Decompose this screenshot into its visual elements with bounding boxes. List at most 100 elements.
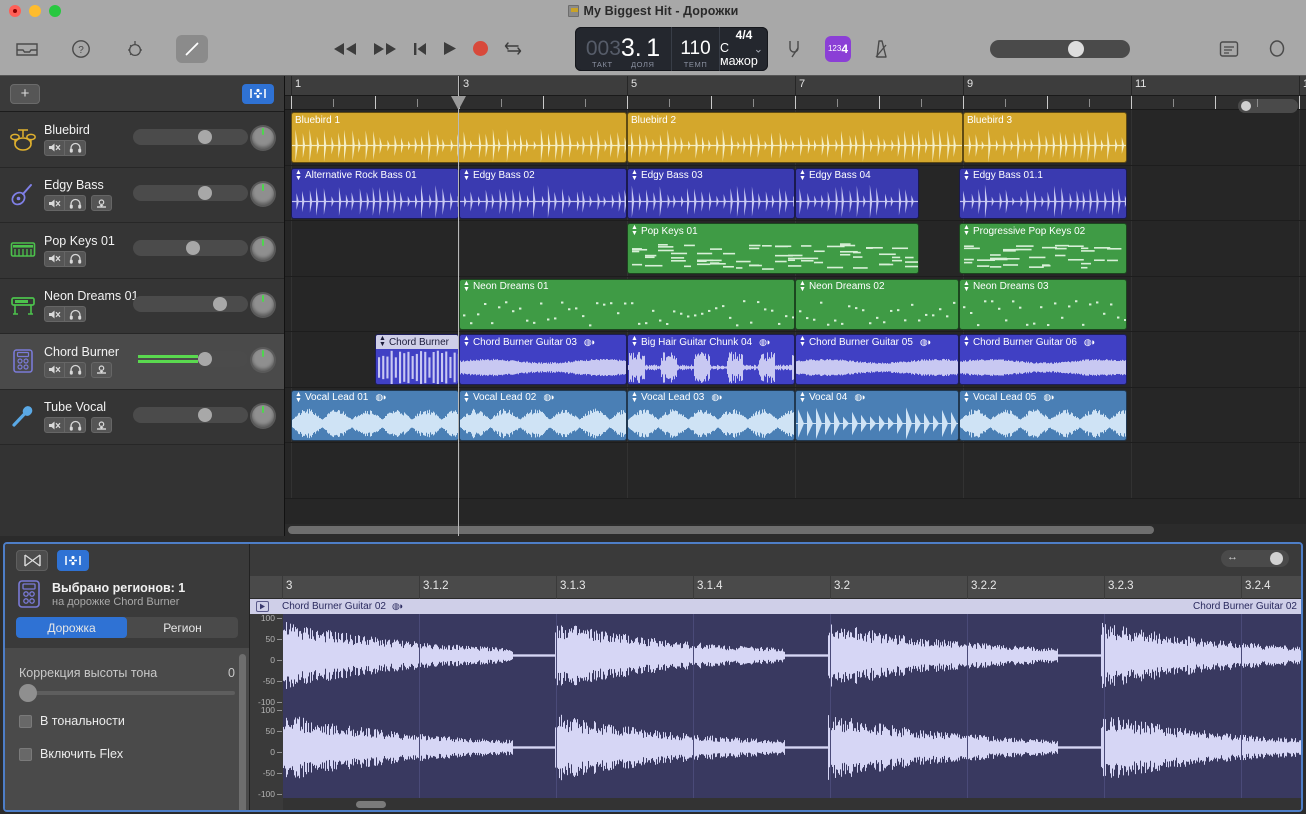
volume-slider[interactable] <box>133 185 248 201</box>
region[interactable]: ▲▼Edgy Bass 03 <box>627 168 795 219</box>
transport-controls[interactable] <box>333 41 522 56</box>
region-play-icon[interactable] <box>256 601 269 612</box>
fast-forward-icon[interactable] <box>373 42 397 56</box>
solo-button[interactable] <box>65 140 86 156</box>
track-header-1[interactable]: Bluebird <box>0 112 284 168</box>
region[interactable]: ▲▼Chord Burner <box>375 334 459 385</box>
region-header[interactable]: ▲▼Pop Keys 01 <box>628 224 918 238</box>
region[interactable]: ▲▼Vocal Lead 03◍◑ <box>627 390 795 441</box>
volume-slider[interactable] <box>133 240 248 256</box>
cycle-icon[interactable] <box>504 41 522 56</box>
enable-flex-checkbox[interactable] <box>19 748 32 761</box>
editor-scrollbar-thumb[interactable] <box>356 801 386 808</box>
region-header[interactable]: ▲▼Chord Burner Guitar 05◍◑ <box>796 335 958 349</box>
playhead[interactable] <box>458 76 459 536</box>
region-header[interactable]: ▲▼Edgy Bass 01.1 <box>960 169 1126 183</box>
pan-knob[interactable] <box>252 405 274 427</box>
pitch-correction-slider[interactable] <box>19 691 235 695</box>
record-enable-button[interactable] <box>91 195 112 211</box>
tab-region[interactable]: Регион <box>127 617 238 638</box>
track-header-5[interactable]: Chord Burner <box>0 334 284 390</box>
region-loop-icon[interactable]: ▲▼ <box>463 170 470 182</box>
tuner-icon[interactable] <box>783 36 809 62</box>
go-to-beginning-icon[interactable] <box>413 42 427 56</box>
solo-button[interactable] <box>65 417 86 433</box>
editor-region-title-bar[interactable]: Chord Burner Guitar 02 ◍◑ Chord Burner G… <box>250 599 1301 614</box>
editor-channels[interactable] <box>283 614 1301 798</box>
lcd-position[interactable]: 0033. 1 ТАКТ ДОЛЯ <box>575 27 671 71</box>
volume-slider[interactable] <box>133 351 248 367</box>
in-key-checkbox[interactable] <box>19 715 32 728</box>
record-icon[interactable] <box>473 41 488 56</box>
editor-zoom-slider[interactable]: ↔ <box>1221 550 1289 567</box>
track-lane-7[interactable] <box>285 443 1306 499</box>
lcd-display[interactable]: 0033. 1 ТАКТ ДОЛЯ 110 ТЕМП 4/4 C мажор ⌄ <box>575 27 768 71</box>
smart-controls-toggle-button[interactable] <box>242 84 274 104</box>
region-header[interactable]: ▲▼Neon Dreams 01 <box>460 280 794 294</box>
tab-track[interactable]: Дорожка <box>16 617 127 638</box>
region-header[interactable]: ▲▼Edgy Bass 04 <box>796 169 918 183</box>
region-header[interactable]: Bluebird 2 <box>628 113 962 127</box>
pan-knob[interactable] <box>252 127 274 149</box>
region-header[interactable]: ▲▼Vocal Lead 05◍◑ <box>960 391 1126 405</box>
notes-icon[interactable] <box>1216 36 1242 62</box>
region-header[interactable]: ▲▼Edgy Bass 03 <box>628 169 794 183</box>
editor-waveform[interactable]: 100500-50-100100500-50-100 <box>250 614 1301 798</box>
region[interactable]: ▲▼Pop Keys 01 <box>627 223 919 274</box>
close-button[interactable] <box>9 5 21 17</box>
region-header[interactable]: ▲▼Chord Burner Guitar 03◍◑ <box>460 335 626 349</box>
track-header-4[interactable]: Neon Dreams 01 <box>0 279 284 335</box>
count-in-button[interactable]: 1234 <box>825 36 851 62</box>
editor-tabs[interactable]: Дорожка Регион <box>16 617 238 638</box>
play-icon[interactable] <box>443 41 457 56</box>
help-icon[interactable]: ? <box>68 36 94 62</box>
region-loop-icon[interactable]: ▲▼ <box>963 281 970 293</box>
solo-button[interactable] <box>65 362 86 378</box>
pan-knob[interactable] <box>252 349 274 371</box>
region[interactable]: ▲▼Vocal Lead 02◍◑ <box>459 390 627 441</box>
volume-knob[interactable] <box>213 297 227 311</box>
region-header[interactable]: ▲▼Neon Dreams 02 <box>796 280 958 294</box>
mute-button[interactable] <box>44 140 65 156</box>
region[interactable]: ▲▼Edgy Bass 02 <box>459 168 627 219</box>
region-header[interactable]: ▲▼Vocal Lead 02◍◑ <box>460 391 626 405</box>
chevron-down-icon[interactable]: ⌄ <box>754 42 763 55</box>
master-volume-knob[interactable] <box>1068 41 1084 57</box>
mute-button[interactable] <box>44 195 65 211</box>
mute-button[interactable] <box>44 251 65 267</box>
add-track-button[interactable]: + <box>10 84 40 104</box>
region-loop-icon[interactable]: ▲▼ <box>631 392 638 404</box>
flex-time-button[interactable] <box>16 550 48 571</box>
library-icon[interactable] <box>14 36 40 62</box>
track-header-3[interactable]: Pop Keys 01 <box>0 223 284 279</box>
region-loop-icon[interactable]: ▲▼ <box>295 170 302 182</box>
region[interactable]: ▲▼Neon Dreams 02 <box>795 279 959 330</box>
region[interactable]: ▲▼Vocal 04◍◑ <box>795 390 959 441</box>
region-header[interactable]: ▲▼Vocal Lead 03◍◑ <box>628 391 794 405</box>
track-header-6[interactable]: Tube Vocal <box>0 390 284 446</box>
master-volume-slider[interactable] <box>990 40 1130 58</box>
mute-button[interactable] <box>44 306 65 322</box>
pan-knob[interactable] <box>252 183 274 205</box>
region-header[interactable]: Bluebird 3 <box>964 113 1126 127</box>
loop-browser-icon[interactable] <box>1264 36 1290 62</box>
solo-button[interactable] <box>65 306 86 322</box>
region-loop-icon[interactable]: ▲▼ <box>963 170 970 182</box>
region[interactable]: ▲▼Chord Burner Guitar 05◍◑ <box>795 334 959 385</box>
scrollbar-thumb[interactable] <box>288 526 1154 534</box>
region-loop-icon[interactable]: ▲▼ <box>963 336 970 348</box>
timeline[interactable]: 1357911131517192123 Bluebird 1Bluebird 2… <box>285 76 1306 536</box>
window-controls[interactable] <box>9 0 61 22</box>
in-key-checkbox-row[interactable]: В тональности <box>19 714 235 728</box>
bar-ruler[interactable]: 1357911131517192123 <box>285 76 1306 96</box>
volume-knob[interactable] <box>198 352 212 366</box>
mute-button[interactable] <box>44 362 65 378</box>
region-loop-icon[interactable]: ▲▼ <box>463 392 470 404</box>
region[interactable]: ▲▼Alternative Rock Bass 01 <box>291 168 459 219</box>
region-loop-icon[interactable]: ▲▼ <box>295 392 302 404</box>
region[interactable]: ▲▼Edgy Bass 01.1 <box>959 168 1127 219</box>
editor-waveform-area[interactable]: ↔ 33.1.23.1.33.1.43.23.2.23.2.33.2.4 Cho… <box>250 544 1301 810</box>
region-loop-icon[interactable]: ▲▼ <box>631 336 638 348</box>
region-loop-icon[interactable]: ▲▼ <box>799 281 806 293</box>
region-loop-icon[interactable]: ▲▼ <box>631 225 638 237</box>
